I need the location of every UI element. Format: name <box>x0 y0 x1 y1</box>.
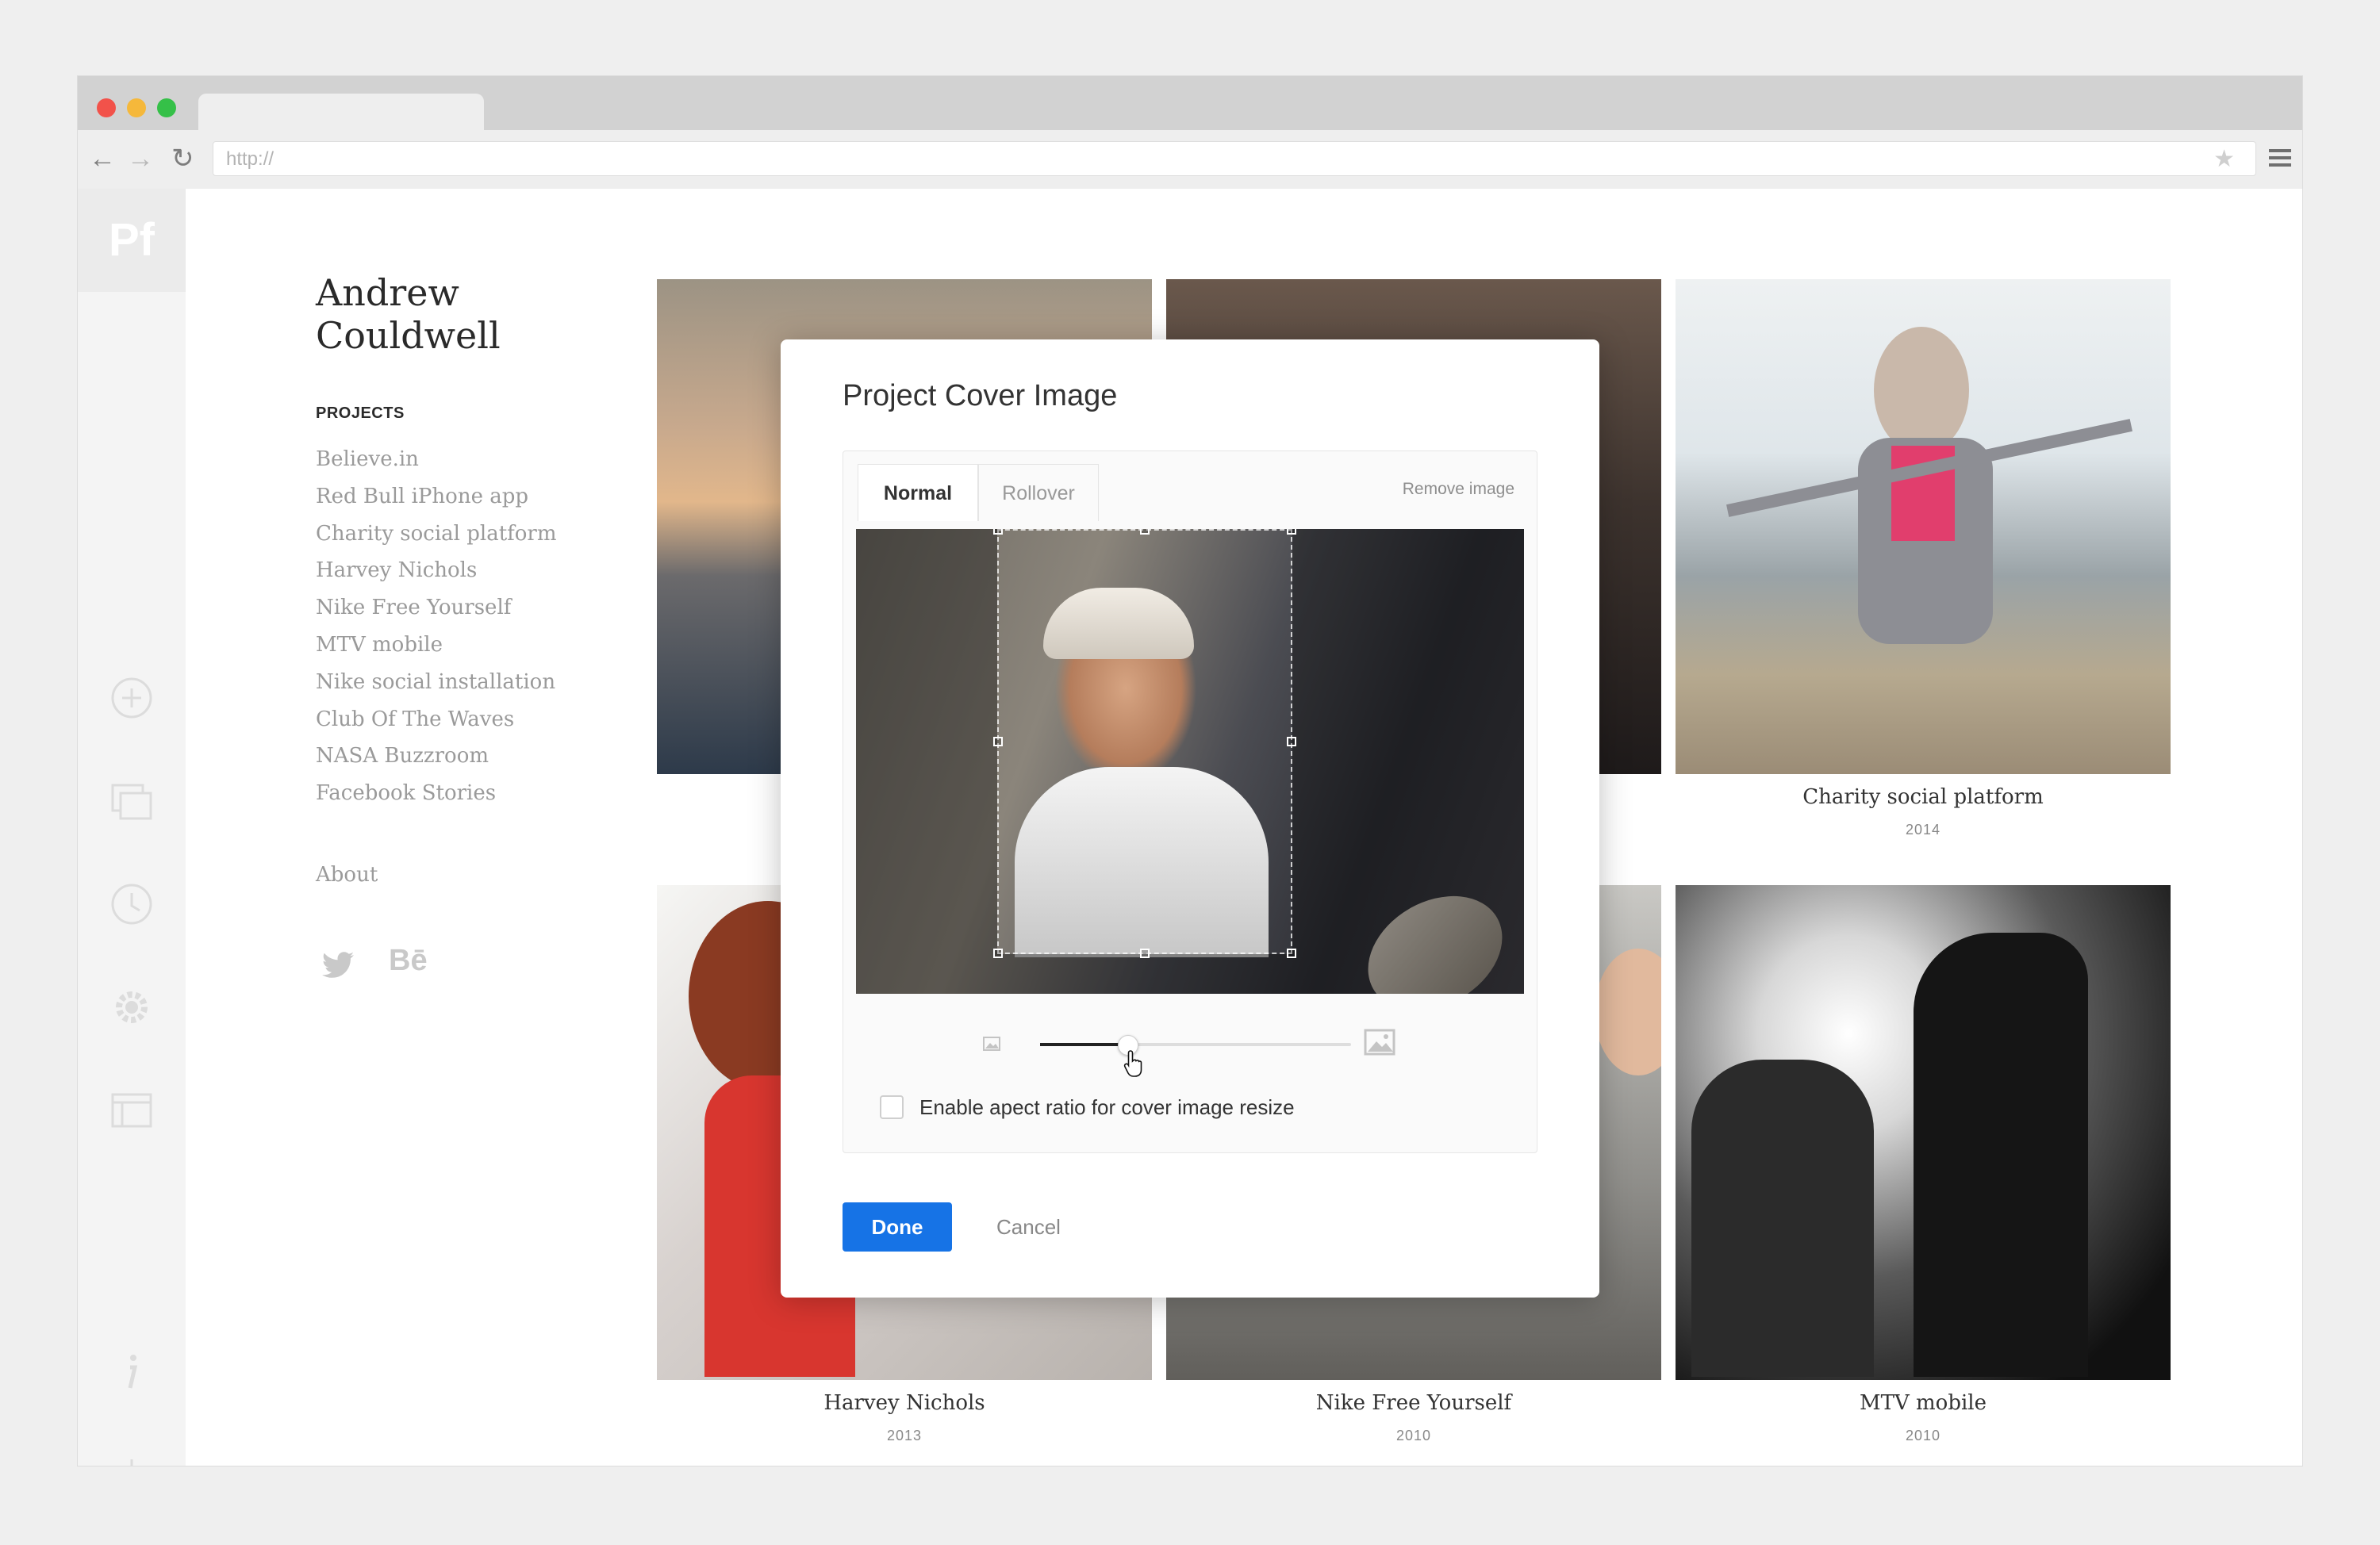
project-title[interactable]: Nike Free Yourself <box>1166 1391 1661 1415</box>
url-text: http:// <box>226 148 274 170</box>
crop-canvas[interactable] <box>856 529 1524 994</box>
crop-handle-bottom-right[interactable] <box>1287 949 1296 958</box>
project-year: 2014 <box>1905 822 1941 838</box>
crop-handle-top[interactable] <box>1140 529 1150 535</box>
url-input[interactable]: http:// ★ <box>213 141 2256 176</box>
zoom-slider[interactable] <box>1040 1035 1351 1056</box>
close-window-button[interactable] <box>97 98 116 117</box>
crop-handle-top-left[interactable] <box>993 529 1003 535</box>
pf-logo[interactable]: Pf <box>78 189 186 292</box>
project-link[interactable]: Club Of The Waves <box>316 701 557 738</box>
crop-handle-bottom[interactable] <box>1140 949 1150 958</box>
browser-titlebar: ← → ↻ http:// ★ <box>78 76 2302 189</box>
layout-icon[interactable] <box>106 1085 157 1136</box>
settings-gear-icon[interactable] <box>106 982 157 1033</box>
crop-mask-bottom <box>997 954 1292 994</box>
aspect-ratio-checkbox[interactable] <box>880 1095 904 1119</box>
power-icon[interactable] <box>106 1450 157 1466</box>
crop-handle-right[interactable] <box>1287 737 1296 746</box>
history-icon[interactable] <box>106 879 157 930</box>
app-toolbar: Pf <box>78 189 186 1466</box>
tab-normal[interactable]: Normal <box>858 464 978 521</box>
project-link[interactable]: Nike social installation <box>316 664 557 701</box>
crop-mask-right <box>1292 529 1524 994</box>
hand-cursor-icon <box>1123 1050 1142 1077</box>
dialog-title: Project Cover Image <box>843 379 1118 412</box>
tab-rollover[interactable]: Rollover <box>978 464 1099 521</box>
pages-icon[interactable] <box>106 776 157 826</box>
project-link[interactable]: Believe.in <box>316 441 557 478</box>
cover-image-dialog: Project Cover Image Normal Rollover Remo… <box>781 339 1599 1298</box>
project-thumbnail[interactable] <box>1676 885 2171 1380</box>
image-editor-panel: Normal Rollover Remove image Enable apec… <box>843 450 1537 1153</box>
project-year: 2013 <box>886 1428 923 1443</box>
zoom-out-image-icon[interactable] <box>983 1037 1000 1051</box>
project-title[interactable]: Harvey Nichols <box>657 1391 1152 1415</box>
address-bar: ← → ↻ http:// ★ <box>78 130 2302 189</box>
aspect-ratio-label[interactable]: Enable apect ratio for cover image resiz… <box>919 1095 1295 1119</box>
project-link[interactable]: Nike Free Yourself <box>316 589 557 627</box>
crop-mask-left <box>856 529 997 994</box>
back-arrow-icon[interactable]: ← <box>89 141 116 176</box>
crop-handle-left[interactable] <box>993 737 1003 746</box>
project-list: Believe.in Red Bull iPhone app Charity s… <box>316 441 557 812</box>
minimize-window-button[interactable] <box>127 98 146 117</box>
crop-selection-box[interactable] <box>993 529 1296 958</box>
bookmark-star-icon[interactable]: ★ <box>2213 142 2235 177</box>
project-year: 2010 <box>1905 1428 1941 1443</box>
add-icon[interactable] <box>106 673 157 723</box>
site-name[interactable]: Andrew Couldwell <box>316 271 522 357</box>
browser-menu-icon[interactable] <box>2269 149 2291 167</box>
project-link[interactable]: Facebook Stories <box>316 775 557 812</box>
twitter-icon[interactable] <box>321 952 355 980</box>
maximize-window-button[interactable] <box>157 98 176 117</box>
cancel-button[interactable]: Cancel <box>996 1202 1061 1252</box>
info-icon[interactable] <box>106 1347 157 1397</box>
project-link[interactable]: Harvey Nichols <box>316 552 557 589</box>
zoom-slider-fill <box>1040 1043 1127 1046</box>
project-link[interactable]: Red Bull iPhone app <box>316 478 557 516</box>
behance-icon[interactable]: Bē <box>389 944 428 978</box>
project-title[interactable]: MTV mobile <box>1676 1391 2171 1415</box>
about-link[interactable]: About <box>316 863 378 887</box>
project-link[interactable]: Charity social platform <box>316 516 557 553</box>
project-year: 2010 <box>1395 1428 1432 1443</box>
crop-handle-bottom-left[interactable] <box>993 949 1003 958</box>
browser-tab[interactable] <box>198 94 484 130</box>
remove-image-link[interactable]: Remove image <box>1403 480 1514 499</box>
project-link[interactable]: NASA Buzzroom <box>316 738 557 775</box>
crop-handle-top-right[interactable] <box>1287 529 1296 535</box>
reload-icon[interactable]: ↻ <box>171 141 194 176</box>
project-title[interactable]: Charity social platform <box>1676 785 2171 809</box>
project-thumbnail[interactable] <box>1676 279 2171 774</box>
forward-arrow-icon[interactable]: → <box>127 141 154 176</box>
projects-heading: PROJECTS <box>316 404 405 422</box>
project-link[interactable]: MTV mobile <box>316 627 557 664</box>
zoom-in-image-icon[interactable] <box>1364 1029 1395 1056</box>
done-button[interactable]: Done <box>843 1202 952 1252</box>
